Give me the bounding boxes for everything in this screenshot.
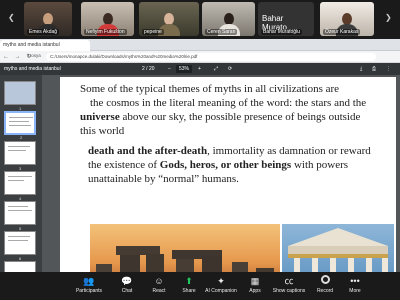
page-thumbnail[interactable]: 5 [4, 201, 36, 231]
url-field[interactable]: C:/Users/monapce.dulaki/Downloads/myths%… [46, 53, 376, 61]
browser-tabbar: myths and media istanbul [0, 39, 400, 51]
participant-name: Emes Akdağ [27, 29, 60, 35]
page-thumbnail[interactable]: 6 [4, 231, 36, 261]
zoom-in-icon[interactable]: + [198, 66, 201, 72]
slide-line: unattainable by “normal” humans. [88, 173, 239, 185]
print-icon[interactable]: ⎙ [372, 66, 376, 72]
pdf-page: Some of the typical themes of myths in a… [60, 77, 396, 300]
rotate-icon[interactable]: ⟳ [228, 66, 232, 72]
download-icon[interactable]: ⤓ [360, 66, 362, 72]
chat-icon: 💬 [121, 276, 133, 286]
slide-line: death and the after-death, immortality a… [88, 145, 371, 157]
slide-text: Some of the typical themes of myths in a… [80, 83, 380, 215]
slide-line: universe above our sky, the possible pre… [80, 111, 361, 123]
browser-tab[interactable]: myths and media istanbul [0, 40, 90, 51]
page-indicator[interactable]: 2 / 20 [142, 66, 155, 72]
more-icon: ••• [350, 276, 360, 286]
participant-tile[interactable]: Özeur Karakas [320, 2, 374, 36]
meeting-toolbar: 👥 Participants 💬 Chat ☺ React ⬆ Share ✦ … [0, 272, 400, 300]
participant-tile[interactable]: Nefiyim Fukušton [81, 2, 134, 36]
participants-button[interactable]: 👥 Participants [72, 275, 106, 299]
chat-button[interactable]: 💬 Chat [110, 275, 144, 299]
share-button[interactable]: ⬆ Share [172, 275, 206, 299]
page-thumbnail[interactable]: 4 [4, 171, 36, 201]
participant-name: pepeine [142, 29, 164, 35]
participant-tile[interactable]: Emes Akdağ [24, 2, 72, 36]
record-button[interactable]: Record [308, 275, 342, 299]
participant-strip: ❮ Emes Akdağ Nefiyim Fukušton pepeine Ce… [0, 0, 400, 39]
participant-name: Özeur Karakas [323, 29, 361, 35]
participant-tile[interactable]: Ceren Saran [202, 2, 255, 36]
zoom-window: ❮ Emes Akdağ Nefiyim Fukušton pepeine Ce… [0, 0, 400, 300]
thumbnail-sidebar: 1 2 3 4 5 6 [0, 75, 42, 291]
zoom-out-icon[interactable]: − [168, 66, 171, 72]
participant-name: Ceren Saran [205, 29, 238, 35]
participant-tile[interactable]: pepeine [139, 2, 199, 36]
zoom-level[interactable]: 53% [176, 65, 193, 73]
captions-icon: ㏄ [284, 276, 294, 286]
page-thumbnail[interactable]: 3 [4, 141, 36, 171]
more-options-icon[interactable]: ⋮ [386, 66, 391, 72]
slide-line: Some of the typical themes of myths in a… [80, 83, 340, 95]
more-button[interactable]: ••• More [338, 275, 372, 299]
shared-screen: myths and media istanbul ← → ↻ Dosya C:/… [0, 39, 400, 300]
fit-page-icon[interactable]: ⤢ [214, 66, 218, 72]
strip-next-arrow-icon[interactable]: ❯ [385, 13, 395, 23]
slide-line: the existence of Gods, heros, or other b… [88, 159, 349, 171]
slide-line: this world [80, 125, 125, 137]
participant-name: Bahar Muratoğlu [261, 29, 302, 35]
show-captions-button[interactable]: ㏄ Show captions [272, 275, 306, 299]
ai-companion-button[interactable]: ✦ AI Companion [204, 275, 238, 299]
apps-button[interactable]: ▦ Apps [238, 275, 272, 299]
page-current[interactable]: 2 [142, 66, 145, 72]
react-icon: ☺ [154, 276, 164, 286]
participant-tile[interactable]: Bahar Murato... Bahar Muratoğlu [258, 2, 314, 36]
slide-line: the cosmos in the literal meaning of the… [90, 97, 367, 109]
ai-companion-icon: ✦ [217, 276, 225, 286]
pdf-title: myths and media istanbul [4, 66, 61, 72]
page-thumbnail-selected[interactable]: 2 [4, 111, 36, 140]
file-chip: Dosya [28, 53, 41, 58]
participants-icon: 👥 [83, 276, 95, 286]
pdf-toolbar: myths and media istanbul 2 / 20 − 53% + … [0, 63, 400, 75]
pdf-content-area: 1 2 3 4 5 6 Some of the typical themes o… [0, 75, 400, 300]
record-icon [308, 275, 342, 287]
share-icon: ⬆ [185, 276, 193, 286]
apps-icon: ▦ [250, 276, 260, 286]
page-total: / 20 [146, 66, 155, 72]
participant-name: Nefiyim Fukušton [84, 29, 127, 35]
react-button[interactable]: ☺ React [142, 275, 176, 299]
strip-prev-arrow-icon[interactable]: ❮ [8, 13, 18, 23]
browser-address-bar: ← → ↻ Dosya C:/Users/monapce.dulaki/Down… [0, 51, 400, 63]
page-thumbnail[interactable]: 1 [4, 81, 36, 111]
